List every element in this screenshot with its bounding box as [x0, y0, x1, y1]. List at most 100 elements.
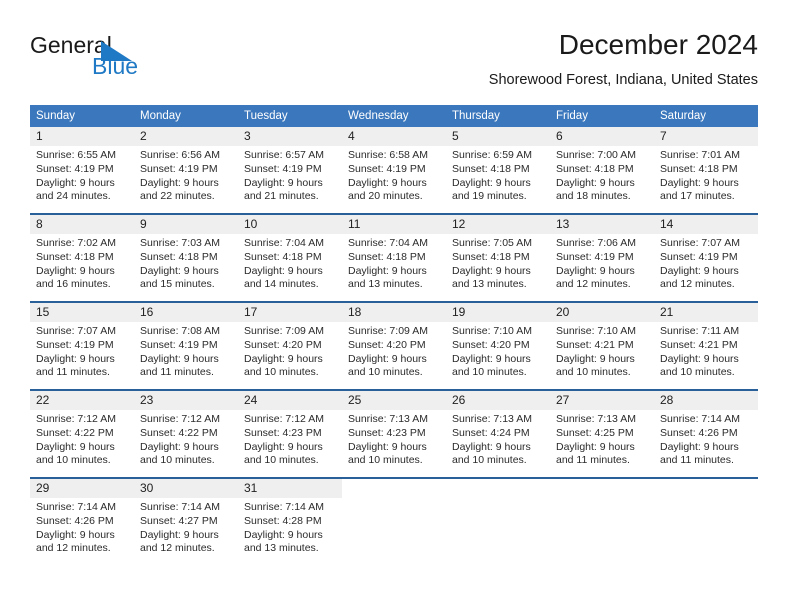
calendar-day-cell[interactable]: 16 Sunrise: 7:08 AM Sunset: 4:19 PM Dayligh…: [134, 301, 238, 390]
day-number-band: 27: [550, 391, 654, 410]
calendar-day-cell[interactable]: 8 Sunrise: 7:02 AM Sunset: 4:18 PM Daylight…: [30, 213, 134, 302]
calendar-day-cell: [446, 477, 550, 565]
day-number-band: 5: [446, 127, 550, 146]
day-cell-body: Sunrise: 7:01 AM Sunset: 4:18 PM Daylight:…: [654, 146, 758, 204]
day-cell-body: Sunrise: 7:10 AM Sunset: 4:20 PM Daylight:…: [446, 322, 550, 380]
sunrise-text: Sunrise: 7:14 AM: [244, 501, 324, 513]
day-number: 4: [348, 129, 355, 143]
calendar-day-cell[interactable]: 1 Sunrise: 6:55 AM Sunset: 4:19 PM Daylight…: [30, 127, 134, 214]
day-cell-inner: 5 Sunrise: 6:59 AM Sunset: 4:18 PM Daylight…: [446, 127, 550, 213]
daylight-text-line2: and 12 minutes.: [36, 542, 111, 555]
day-number: 8: [36, 217, 43, 231]
calendar-day-cell[interactable]: 17 Sunrise: 7:09 AM Sunset: 4:20 PM Dayligh…: [238, 301, 342, 390]
calendar-day-cell[interactable]: 28 Sunrise: 7:14 AM Sunset: 4:26 PM Dayligh…: [654, 389, 758, 478]
weekday-header-wednesday: Wednesday: [342, 105, 446, 127]
day-number: 2: [140, 129, 147, 143]
calendar-day-cell[interactable]: 10 Sunrise: 7:04 AM Sunset: 4:18 PM Dayligh…: [238, 213, 342, 302]
calendar-day-cell[interactable]: 29 Sunrise: 7:14 AM Sunset: 4:26 PM Dayligh…: [30, 477, 134, 565]
daylight-text-line2: and 19 minutes.: [452, 190, 527, 203]
daylight-text-line1: Daylight: 9 hours: [244, 176, 323, 189]
page-header: General Blue December 2024 Shorewood For…: [30, 28, 758, 96]
day-number: 9: [140, 217, 147, 231]
daylight-text-line2: and 12 minutes.: [660, 278, 735, 291]
calendar-day-cell[interactable]: 14 Sunrise: 7:07 AM Sunset: 4:19 PM Dayligh…: [654, 213, 758, 302]
calendar-day-cell[interactable]: 2 Sunrise: 6:56 AM Sunset: 4:19 PM Daylight…: [134, 127, 238, 214]
day-number: 27: [556, 393, 570, 407]
day-cell-body: Sunrise: 6:59 AM Sunset: 4:18 PM Daylight:…: [446, 146, 550, 204]
calendar-day-cell[interactable]: 22 Sunrise: 7:12 AM Sunset: 4:22 PM Dayligh…: [30, 389, 134, 478]
sunrise-text: Sunrise: 7:00 AM: [556, 149, 636, 161]
calendar-day-cell[interactable]: 19 Sunrise: 7:10 AM Sunset: 4:20 PM Dayligh…: [446, 301, 550, 390]
sunset-text: Sunset: 4:28 PM: [244, 514, 322, 527]
daylight-text-line2: and 10 minutes.: [348, 366, 423, 379]
day-cell-inner: 24 Sunrise: 7:12 AM Sunset: 4:23 PM Dayligh…: [238, 391, 342, 477]
sunrise-text: Sunrise: 6:58 AM: [348, 149, 428, 161]
calendar-day-cell[interactable]: 13 Sunrise: 7:06 AM Sunset: 4:19 PM Dayligh…: [550, 213, 654, 302]
sunset-text: Sunset: 4:18 PM: [140, 250, 218, 263]
title-block: December 2024 Shorewood Forest, Indiana,…: [489, 28, 758, 90]
weekday-header-thursday: Thursday: [446, 105, 550, 127]
sunrise-text: Sunrise: 7:10 AM: [452, 325, 532, 337]
calendar-day-cell[interactable]: 23 Sunrise: 7:12 AM Sunset: 4:22 PM Dayligh…: [134, 389, 238, 478]
calendar-day-cell[interactable]: 30 Sunrise: 7:14 AM Sunset: 4:27 PM Dayligh…: [134, 477, 238, 565]
sunrise-sunset-calendar: Sunday Monday Tuesday Wednesday Thursday Frid…: [30, 105, 758, 565]
day-cell-body: Sunrise: 7:14 AM Sunset: 4:26 PM Daylight:…: [654, 410, 758, 468]
day-cell-inner: 4 Sunrise: 6:58 AM Sunset: 4:19 PM Daylight…: [342, 127, 446, 213]
calendar-day-cell: [550, 477, 654, 565]
daylight-text-line1: Daylight: 9 hours: [244, 264, 323, 277]
calendar-day-cell[interactable]: 11 Sunrise: 7:04 AM Sunset: 4:18 PM Dayligh…: [342, 213, 446, 302]
day-cell-body: Sunrise: 7:07 AM Sunset: 4:19 PM Daylight:…: [30, 322, 134, 380]
calendar-day-cell[interactable]: 18 Sunrise: 7:09 AM Sunset: 4:20 PM Dayligh…: [342, 301, 446, 390]
day-cell-inner: 22 Sunrise: 7:12 AM Sunset: 4:22 PM Dayligh…: [30, 391, 134, 477]
day-cell-body: Sunrise: 7:13 AM Sunset: 4:24 PM Daylight:…: [446, 410, 550, 468]
calendar-day-cell[interactable]: 27 Sunrise: 7:13 AM Sunset: 4:25 PM Dayligh…: [550, 389, 654, 478]
day-cell-inner: 29 Sunrise: 7:14 AM Sunset: 4:26 PM Dayligh…: [30, 479, 134, 565]
daylight-text-line2: and 10 minutes.: [660, 366, 735, 379]
calendar-day-cell[interactable]: 5 Sunrise: 6:59 AM Sunset: 4:18 PM Daylight…: [446, 127, 550, 214]
calendar-day-cell[interactable]: 7 Sunrise: 7:01 AM Sunset: 4:18 PM Daylight…: [654, 127, 758, 214]
daylight-text-line1: Daylight: 9 hours: [660, 440, 739, 453]
calendar-day-cell[interactable]: 12 Sunrise: 7:05 AM Sunset: 4:18 PM Dayligh…: [446, 213, 550, 302]
sunset-text: Sunset: 4:22 PM: [36, 426, 114, 439]
calendar-day-cell[interactable]: 26 Sunrise: 7:13 AM Sunset: 4:24 PM Dayligh…: [446, 389, 550, 478]
brand-logo[interactable]: General Blue: [30, 32, 240, 90]
sunrise-text: Sunrise: 7:12 AM: [140, 413, 220, 425]
calendar-day-cell[interactable]: 21 Sunrise: 7:11 AM Sunset: 4:21 PM Dayligh…: [654, 301, 758, 390]
day-number-band: 4: [342, 127, 446, 146]
day-cell-inner: [446, 479, 550, 565]
daylight-text-line1: Daylight: 9 hours: [452, 264, 531, 277]
calendar-day-cell[interactable]: 3 Sunrise: 6:57 AM Sunset: 4:19 PM Daylight…: [238, 127, 342, 214]
day-cell-inner: 12 Sunrise: 7:05 AM Sunset: 4:18 PM Dayligh…: [446, 215, 550, 301]
sunrise-text: Sunrise: 6:56 AM: [140, 149, 220, 161]
calendar-day-cell[interactable]: 4 Sunrise: 6:58 AM Sunset: 4:19 PM Daylight…: [342, 127, 446, 214]
sunrise-text: Sunrise: 7:02 AM: [36, 237, 116, 249]
calendar-day-cell[interactable]: 9 Sunrise: 7:03 AM Sunset: 4:18 PM Daylight…: [134, 213, 238, 302]
calendar-day-cell[interactable]: 15 Sunrise: 7:07 AM Sunset: 4:19 PM Dayligh…: [30, 301, 134, 390]
day-cell-body: [446, 498, 550, 501]
daylight-text-line1: Daylight: 9 hours: [140, 176, 219, 189]
sunset-text: Sunset: 4:19 PM: [36, 338, 114, 351]
day-cell-body: Sunrise: 7:14 AM Sunset: 4:26 PM Daylight:…: [30, 498, 134, 556]
calendar-day-cell[interactable]: 25 Sunrise: 7:13 AM Sunset: 4:23 PM Dayligh…: [342, 389, 446, 478]
day-cell-body: Sunrise: 7:08 AM Sunset: 4:19 PM Daylight:…: [134, 322, 238, 380]
day-number-band: 15: [30, 303, 134, 322]
calendar-day-cell[interactable]: 24 Sunrise: 7:12 AM Sunset: 4:23 PM Dayligh…: [238, 389, 342, 478]
day-cell-body: Sunrise: 7:04 AM Sunset: 4:18 PM Daylight:…: [238, 234, 342, 292]
calendar-day-cell[interactable]: 31 Sunrise: 7:14 AM Sunset: 4:28 PM Dayligh…: [238, 477, 342, 565]
weekday-header-saturday: Saturday: [654, 105, 758, 127]
daylight-text-line1: Daylight: 9 hours: [244, 528, 323, 541]
daylight-text-line2: and 11 minutes.: [36, 366, 110, 379]
day-number: 6: [556, 129, 563, 143]
day-cell-body: Sunrise: 7:05 AM Sunset: 4:18 PM Daylight:…: [446, 234, 550, 292]
calendar-day-cell[interactable]: 20 Sunrise: 7:10 AM Sunset: 4:21 PM Dayligh…: [550, 301, 654, 390]
day-number-band: [654, 479, 758, 498]
day-cell-inner: 23 Sunrise: 7:12 AM Sunset: 4:22 PM Dayligh…: [134, 391, 238, 477]
calendar-day-cell[interactable]: 6 Sunrise: 7:00 AM Sunset: 4:18 PM Daylight…: [550, 127, 654, 214]
calendar-header-row: Sunday Monday Tuesday Wednesday Thursday Frid…: [30, 105, 758, 127]
daylight-text-line1: Daylight: 9 hours: [660, 264, 739, 277]
daylight-text-line2: and 24 minutes.: [36, 190, 111, 203]
day-cell-inner: 11 Sunrise: 7:04 AM Sunset: 4:18 PM Dayligh…: [342, 215, 446, 301]
day-number-band: 9: [134, 215, 238, 234]
day-cell-body: Sunrise: 7:09 AM Sunset: 4:20 PM Daylight:…: [342, 322, 446, 380]
day-number-band: 11: [342, 215, 446, 234]
